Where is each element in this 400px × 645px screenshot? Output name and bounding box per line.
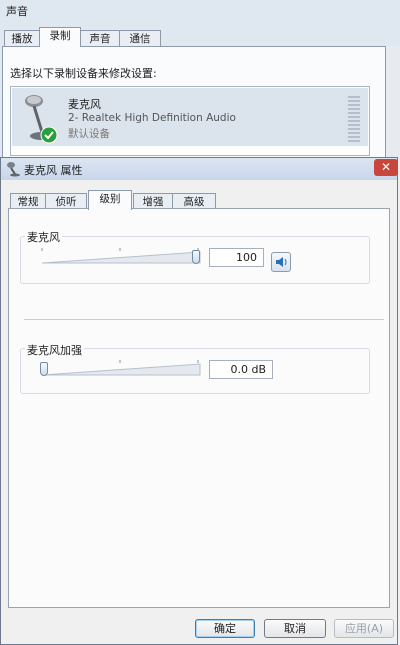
divider xyxy=(24,319,384,320)
ok-button[interactable]: 确定 xyxy=(195,619,255,638)
tab-communications[interactable]: 通信 xyxy=(119,30,161,47)
boost-slider-thumb[interactable] xyxy=(40,362,48,376)
boost-slider[interactable] xyxy=(40,358,204,378)
microphone-slider[interactable] xyxy=(40,246,204,266)
apply-button[interactable]: 应用(A) xyxy=(334,619,394,638)
tab-levels[interactable]: 级别 xyxy=(88,190,132,210)
device-level-meter xyxy=(348,96,360,144)
dialog-icon xyxy=(5,161,21,177)
boost-level-field[interactable]: 0.0 dB xyxy=(209,360,273,379)
cancel-button[interactable]: 取消 xyxy=(264,619,326,638)
device-status: 默认设备 xyxy=(68,128,110,140)
check-icon xyxy=(40,126,58,144)
dialog-title: 麦克风 属性 xyxy=(24,164,83,177)
window-edge xyxy=(386,46,400,160)
tab-playback[interactable]: 播放 xyxy=(4,30,40,47)
speaker-icon xyxy=(276,257,287,267)
tab-recording[interactable]: 录制 xyxy=(39,27,81,47)
device-name: 麦克风 xyxy=(68,98,101,111)
sound-window-title: 声音 xyxy=(6,5,28,18)
microphone-slider-thumb[interactable] xyxy=(192,250,200,264)
recording-prompt: 选择以下录制设备来修改设置: xyxy=(10,67,157,80)
device-description: 2- Realtek High Definition Audio xyxy=(68,112,236,124)
close-button[interactable]: ✕ xyxy=(374,159,398,176)
microphone-level-field[interactable]: 100 xyxy=(209,248,264,267)
tab-sounds[interactable]: 声音 xyxy=(80,30,120,47)
microphone-label: 麦克风 xyxy=(25,229,62,245)
boost-label: 麦克风加强 xyxy=(25,342,84,358)
mute-button[interactable] xyxy=(271,252,291,272)
